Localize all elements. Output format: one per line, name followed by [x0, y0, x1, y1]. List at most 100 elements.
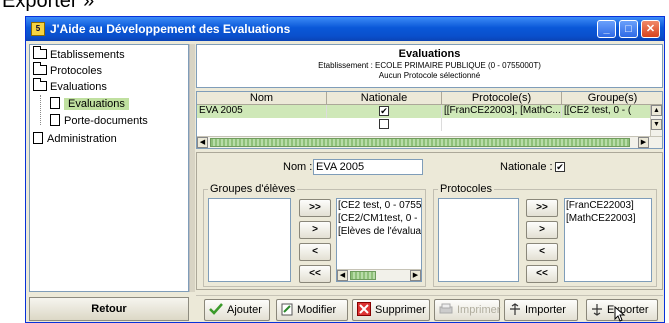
scroll-right-icon[interactable]: ▶ [638, 137, 649, 148]
modifier-label: Modifier [297, 304, 337, 316]
list-item[interactable]: [Elèves de l'évalua [337, 225, 421, 238]
cell-groupes: [[CE2 test, 0 - ( [562, 105, 652, 118]
scroll-up-icon[interactable]: ▲ [651, 105, 662, 116]
table-vertical-scrollbar[interactable]: ▲ ▼ [650, 105, 662, 137]
table-horizontal-scrollbar[interactable]: ◀ ▶ [197, 136, 662, 148]
tree-item-label: Evaluations [50, 81, 107, 93]
scroll-thumb[interactable] [350, 271, 376, 280]
scroll-thumb[interactable] [210, 138, 630, 147]
groupes-fieldset: Groupes d'élèves >> > < << [CE2 test, 0 … [203, 183, 426, 287]
remove-protocole-button[interactable]: < [526, 243, 558, 261]
supprimer-button[interactable]: Supprimer [352, 299, 430, 321]
add-all-protocoles-button[interactable]: >> [526, 199, 558, 217]
cell-nationale: ✔ [327, 105, 442, 118]
nom-input[interactable]: EVA 2005 [313, 159, 423, 175]
nom-label: Nom : [283, 161, 313, 173]
minimize-button[interactable]: _ [597, 20, 616, 38]
panel-splitter[interactable] [189, 44, 195, 292]
tree-item-administration[interactable]: Administration [33, 131, 117, 147]
maximize-button[interactable]: □ [619, 20, 638, 38]
protocoles-available-list[interactable] [438, 198, 519, 282]
list-item[interactable]: [CE2/CM1test, 0 - [337, 212, 421, 225]
remove-all-protocoles-button[interactable]: << [526, 265, 558, 283]
imprimer-button[interactable]: Imprimer [434, 299, 500, 321]
mouse-cursor-icon [614, 306, 626, 322]
protocol-status: Aucun Protocole sélectionné [378, 71, 481, 80]
tree-item-evaluations[interactable]: Evaluations [50, 96, 129, 112]
protocoles-legend: Protocoles [438, 183, 494, 195]
list-item[interactable]: [FranCE22003] [565, 199, 651, 212]
column-header-groupes[interactable]: Groupe(s) [562, 92, 662, 105]
evaluation-details: Nom : EVA 2005 Nationale : ✔ Groupes d'é… [196, 152, 663, 290]
folder-icon [33, 78, 47, 92]
back-button[interactable]: Retour [29, 297, 189, 321]
caption-text: Exporter » [2, 0, 95, 12]
checkmark-icon [209, 303, 223, 315]
table-row[interactable]: EVA 2005 ✔ [[FranCE22003], [MathC... [[C… [197, 105, 662, 118]
action-toolbar: Ajouter Modifier Supprimer Imprimer Impo… [196, 295, 663, 322]
add-all-groupes-button[interactable]: >> [299, 199, 331, 217]
tree-item-label: Porte-documents [64, 115, 148, 127]
export-icon [592, 303, 602, 316]
evaluation-header: Evaluations Etablissement : ECOLE PRIMAI… [196, 44, 663, 88]
cell-nom: EVA 2005 [197, 105, 327, 118]
close-button[interactable]: ✕ [641, 20, 660, 38]
groupes-legend: Groupes d'élèves [208, 183, 298, 195]
column-header-nom[interactable]: Nom [197, 92, 327, 105]
add-groupe-button[interactable]: > [299, 221, 331, 239]
nationale-checkbox[interactable]: ✔ [379, 106, 389, 116]
list-item[interactable]: [CE2 test, 0 - 0755 [337, 199, 421, 212]
tree-item-label: Protocoles [50, 65, 102, 77]
document-icon [50, 114, 60, 127]
importer-button[interactable]: Importer [504, 299, 578, 321]
printer-icon [439, 303, 453, 314]
folder-icon [33, 46, 47, 60]
nationale-label: Nationale : [500, 161, 553, 173]
main-panel: Evaluations Etablissement : ECOLE PRIMAI… [196, 44, 663, 292]
document-icon [50, 97, 60, 110]
groupes-available-list[interactable] [208, 198, 291, 282]
groupes-horizontal-scrollbar[interactable]: ◀ ▶ [337, 269, 421, 281]
tree-item-porte-documents[interactable]: Porte-documents [50, 113, 148, 129]
scroll-left-icon[interactable]: ◀ [197, 137, 208, 148]
ajouter-button[interactable]: Ajouter [204, 299, 270, 321]
imprimer-label: Imprimer [457, 304, 501, 316]
scroll-right-icon[interactable]: ▶ [410, 270, 421, 281]
table-row-empty[interactable] [197, 118, 662, 131]
protocoles-selected-list[interactable]: [FranCE22003] [MathCE22003] [564, 198, 652, 282]
delete-icon [357, 302, 371, 317]
import-icon [510, 302, 520, 315]
folder-icon [33, 62, 47, 76]
tree-item-evaluations-folder[interactable]: Evaluations [33, 78, 107, 95]
tree-item-etablissements[interactable]: Etablissements [33, 46, 125, 63]
tree-item-protocoles[interactable]: Protocoles [33, 62, 102, 79]
supprimer-label: Supprimer [375, 304, 426, 316]
tree-item-label: Evaluations [64, 98, 129, 110]
scroll-left-icon[interactable]: ◀ [337, 270, 348, 281]
remove-groupe-button[interactable]: < [299, 243, 331, 261]
protocoles-fieldset: Protocoles >> > < << [FranCE22003] [Math… [433, 183, 657, 287]
nationale-detail-checkbox[interactable]: ✔ [555, 162, 565, 172]
list-item[interactable]: [MathCE22003] [565, 212, 651, 225]
title-bar[interactable]: 5 J'Aide au Développement des Evaluation… [26, 17, 664, 41]
scroll-down-icon[interactable]: ▼ [651, 119, 662, 130]
tree-item-label: Administration [47, 133, 117, 145]
groupes-selected-list[interactable]: [CE2 test, 0 - 0755 [CE2/CM1test, 0 - [E… [336, 198, 422, 282]
importer-label: Importer [525, 304, 566, 316]
cell-nationale [327, 118, 442, 131]
ajouter-label: Ajouter [227, 304, 262, 316]
remove-all-groupes-button[interactable]: << [299, 265, 331, 283]
tree-item-label: Etablissements [50, 49, 125, 61]
app-window: 5 J'Aide au Développement des Evaluation… [25, 16, 665, 323]
modifier-button[interactable]: Modifier [276, 299, 348, 321]
app-icon: 5 [31, 22, 45, 36]
cell-protocoles: [[FranCE22003], [MathC... [444, 105, 562, 118]
column-header-protocoles[interactable]: Protocole(s) [442, 92, 562, 105]
window-title: J'Aide au Développement des Evaluations [50, 22, 291, 36]
tree-connector [40, 95, 41, 125]
nationale-checkbox[interactable] [379, 119, 389, 129]
column-header-nationale[interactable]: Nationale [327, 92, 442, 105]
document-icon [33, 132, 43, 145]
school-info: Etablissement : ECOLE PRIMAIRE PUBLIQUE … [318, 61, 541, 70]
add-protocole-button[interactable]: > [526, 221, 558, 239]
